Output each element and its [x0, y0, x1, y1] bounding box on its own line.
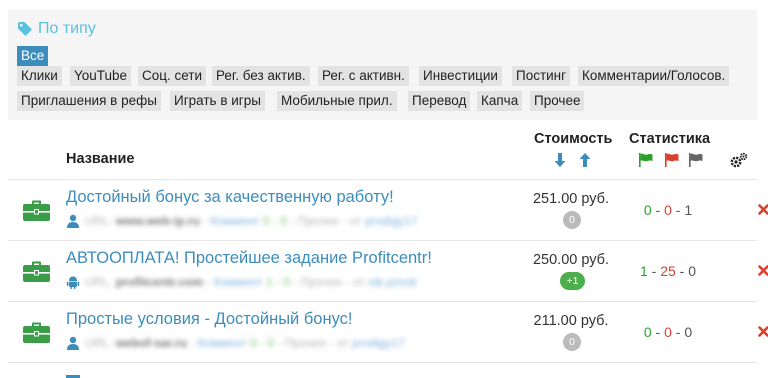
stat-rejected: 25 [660, 263, 676, 279]
stat-pending: 0 [684, 324, 693, 340]
briefcase-icon [23, 200, 50, 221]
meta-comment-label: Коммент [197, 336, 247, 350]
meta-from-label: от [336, 336, 349, 350]
green-flag-icon[interactable] [638, 153, 653, 167]
user-icon [67, 214, 79, 228]
chip-social[interactable]: Соц. сети [138, 66, 207, 86]
column-header-name: Название [66, 151, 135, 167]
stat-pending: 0 [688, 263, 697, 279]
meta-comment-count: 0 - 0 [250, 336, 275, 350]
meta-url: www.web-ip.ru [115, 214, 200, 228]
stat-approved: 1 [639, 263, 648, 279]
meta-comment-label: Коммент [210, 214, 260, 228]
stat-rejected: 0 [664, 202, 672, 218]
chip-comments-votes[interactable]: Комментарии/Голосов. [578, 66, 730, 86]
task-title-link[interactable]: Достойный бонус за качественную работу! [66, 188, 394, 207]
red-flag-icon[interactable] [664, 153, 679, 167]
stat-pending: 1 [684, 202, 693, 218]
task-title-link[interactable]: Простые условия - Достойный бонус! [66, 310, 353, 329]
task-meta: URL: webof-sar.ru - Коммент 0 - 0 - Проч… [66, 335, 405, 351]
meta-url-label: URL: [85, 275, 113, 289]
count-badge: +1 [560, 272, 585, 290]
close-icon[interactable] [758, 265, 768, 276]
chip-all[interactable]: Все [17, 46, 49, 66]
table-row: АВТООПЛАТА! Простейшее задание Profitcen… [8, 240, 768, 300]
chip-play-games[interactable]: Играть в игры [170, 91, 265, 111]
close-icon[interactable] [758, 326, 768, 337]
gray-flag-icon[interactable] [688, 153, 703, 167]
meta-type: Прочее [297, 214, 339, 228]
meta-url: profitcentr.com [115, 275, 204, 289]
table-row [8, 362, 757, 378]
stat-approved: 0 [643, 202, 652, 218]
meta-type: Прочее [284, 336, 327, 350]
briefcase-icon [23, 261, 50, 282]
count-badge: 0 [563, 333, 581, 351]
meta-author: prodigy17 [364, 214, 418, 228]
meta-comment-label: Коммент [213, 275, 263, 289]
meta-comment-count: 1 - 0 [266, 275, 291, 289]
chip-youtube[interactable]: YouTube [70, 66, 132, 86]
user-icon [67, 336, 79, 350]
meta-author: nik-privat [367, 275, 417, 289]
stat-approved: 0 [643, 324, 652, 340]
chip-translation[interactable]: Перевод [408, 91, 471, 111]
chip-mobile-apps[interactable]: Мобильные прил. [277, 91, 397, 111]
task-stats: 0 - 0 - 0 [643, 324, 693, 340]
filter-title[interactable]: По типу [17, 20, 96, 38]
task-meta-blurred: URL: profitcentr.com - Коммент 1 - 0 - П… [85, 275, 417, 289]
chip-reg-no-activity[interactable]: Рег. без актив. [212, 66, 310, 86]
meta-url-label: URL: [85, 336, 113, 350]
briefcase-icon [23, 322, 50, 343]
chip-posting[interactable]: Постинг [512, 66, 571, 86]
task-stats: 0 - 0 - 1 [643, 202, 693, 218]
chip-referrals[interactable]: Приглашения в рефы [17, 91, 161, 111]
task-meta: URL: profitcentr.com - Коммент 1 - 0 - П… [66, 274, 417, 290]
arrow-down-icon[interactable] [553, 152, 567, 168]
meta-author: prodigy17 [351, 336, 405, 350]
chip-other[interactable]: Прочее [530, 91, 585, 111]
stat-rejected: 0 [664, 324, 672, 340]
task-title-link[interactable]: АВТООПЛАТА! Простейшее задание Profitcen… [66, 249, 432, 268]
tag-icon [18, 22, 32, 36]
chip-captcha[interactable]: Капча [477, 91, 523, 111]
meta-from-label: от [352, 275, 365, 289]
meta-type: Прочее [300, 275, 343, 289]
count-badge: 0 [563, 211, 581, 229]
meta-url: webof-sar.ru [115, 336, 188, 350]
table-row: Простые условия - Достойный бонус! URL: … [8, 301, 768, 361]
task-meta-blurred: URL: webof-sar.ru - Коммент 0 - 0 - Проч… [85, 336, 405, 350]
type-filter-panel: По типу Все Клики YouTube Соц. сети Рег.… [8, 10, 757, 120]
table-row: Достойный бонус за качественную работу! … [8, 179, 768, 239]
chip-clicks[interactable]: Клики [17, 66, 62, 86]
meta-from-label: от [349, 214, 362, 228]
column-header-cost: Стоимость [534, 131, 613, 147]
task-stats: 1 - 25 - 0 [639, 263, 697, 279]
column-header-stats: Статистика [629, 131, 711, 147]
gears-icon[interactable] [730, 152, 748, 168]
arrow-up-icon[interactable] [578, 152, 592, 168]
chip-reg-with-activity[interactable]: Рег. с активн. [318, 66, 409, 86]
filter-title-label: По типу [38, 20, 96, 37]
task-meta: URL: www.web-ip.ru - Коммент 0 - 0 - Про… [66, 213, 418, 229]
task-meta-blurred: URL: www.web-ip.ru - Коммент 0 - 0 - Про… [85, 214, 418, 228]
android-icon [66, 276, 80, 289]
meta-comment-count: 0 - 0 [262, 214, 287, 228]
chip-investments[interactable]: Инвестиции [419, 66, 502, 86]
meta-url-label: URL: [85, 214, 113, 228]
close-icon[interactable] [758, 204, 768, 215]
